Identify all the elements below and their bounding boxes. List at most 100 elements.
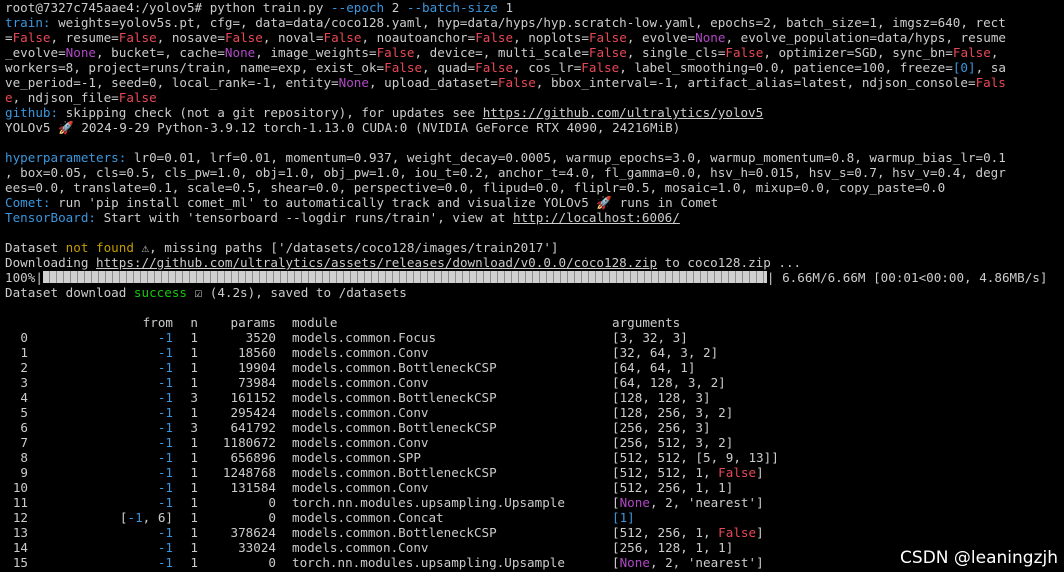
- cell-n: 1: [190, 360, 198, 375]
- cell-arguments: [512, 256, 1, False]: [612, 525, 764, 540]
- shell-prompt: root@7327c745aae4:/yolov5#: [5, 0, 210, 15]
- train-args-text: , resume=: [50, 30, 119, 45]
- row-index: 6: [20, 420, 28, 435]
- download-link[interactable]: https://github.com/ultralytics/assets/re…: [96, 255, 657, 270]
- cell-from: -1: [100, 420, 173, 435]
- train-args-text: , evolve_population=data/hyps, resume: [725, 30, 1006, 45]
- cell-from: -1: [100, 435, 173, 450]
- false-value: False: [588, 30, 627, 45]
- from-value: -1: [157, 390, 173, 405]
- command-flag-batch-size: --batch-size: [406, 0, 498, 15]
- false-value: False: [323, 30, 362, 45]
- cell-from: -1: [100, 345, 173, 360]
- command-main: python train.py: [209, 0, 332, 15]
- cell-n: 1: [190, 405, 198, 420]
- github-text: skipping check (not a git repository), f…: [58, 105, 483, 120]
- cell-params: 73984: [238, 375, 276, 390]
- header-module: module: [292, 315, 338, 330]
- from-value: -1: [157, 525, 173, 540]
- github-line: github: skipping check (not a git reposi…: [5, 105, 763, 120]
- row-index: 15: [12, 555, 28, 570]
- cell-n: 3: [190, 390, 198, 405]
- comet-text: run 'pip install comet_ml' to automatica…: [50, 195, 719, 210]
- download-success-line: Dataset download success ☑ (4.2s), saved…: [5, 285, 407, 300]
- cell-arguments: [128, 256, 3, 2]: [612, 405, 734, 420]
- tensorboard-text: Start with 'tensorboard --logdir runs/tr…: [96, 210, 514, 225]
- false-value: False: [718, 465, 757, 480]
- github-link[interactable]: https://github.com/ultralytics/yolov5: [483, 105, 764, 120]
- false-value: False: [376, 45, 415, 60]
- cell-from: -1: [100, 465, 173, 480]
- comet-line: Comet: run 'pip install comet_ml' to aut…: [5, 195, 718, 210]
- cell-module: models.common.Conv: [292, 405, 429, 420]
- train-args-text: , bbox_interval=-1, artifact_alias=lates…: [535, 75, 976, 90]
- row-index: 10: [12, 480, 28, 495]
- command-flag-epoch: --epoch: [331, 0, 385, 15]
- cell-params: 131584: [230, 480, 277, 495]
- cell-params: 378624: [230, 525, 277, 540]
- cell-from: [-1, 6]: [119, 510, 173, 525]
- from-value: -1: [157, 480, 173, 495]
- cell-params: 1248768: [222, 465, 276, 480]
- cell-n: 1: [190, 375, 198, 390]
- from-value: -1: [157, 360, 173, 375]
- from-value: -1: [157, 420, 173, 435]
- false-value: False: [718, 525, 757, 540]
- cell-arguments: [64, 128, 3, 2]: [612, 375, 726, 390]
- train-args-text: , evolve=: [626, 30, 696, 45]
- cell-n: 1: [190, 480, 198, 495]
- cell-from: -1: [100, 495, 173, 510]
- cell-params: 0: [268, 510, 276, 525]
- row-index: 13: [12, 525, 28, 540]
- cell-n: 1: [190, 495, 198, 510]
- row-index: 4: [20, 390, 28, 405]
- cell-from: -1: [100, 525, 173, 540]
- cell-arguments: [1]: [612, 510, 635, 525]
- false-value: False: [475, 30, 514, 45]
- cell-from: -1: [100, 480, 173, 495]
- tensorboard-label: TensorBoard:: [5, 210, 96, 225]
- row-index: 1: [20, 345, 28, 360]
- none-value: None: [224, 45, 256, 60]
- cell-module: models.common.Concat: [292, 510, 444, 525]
- false-value: False: [725, 45, 764, 60]
- download-text: Downloading: [5, 255, 96, 270]
- cell-module: models.common.Conv: [292, 435, 429, 450]
- success-status: success: [133, 285, 187, 300]
- dataset-text: Dataset: [5, 240, 66, 255]
- cell-module: models.common.Conv: [292, 480, 429, 495]
- progress-line: 100%| | 6.66M/6.66M [00:01<00:00, 4.86MB/…: [5, 270, 1047, 285]
- false-value: False: [12, 30, 51, 45]
- cell-n: 1: [190, 510, 198, 525]
- comet-label: Comet:: [5, 195, 51, 210]
- train-args-text: , noautoanchor=: [361, 30, 476, 45]
- train-args-text: , noval=: [262, 30, 324, 45]
- from-value: -1: [157, 435, 173, 450]
- train-args-text: , device=, multi_scale=: [414, 45, 589, 60]
- train-args-text: ve_period=-1, seed=0, local_rank=-1, ent…: [5, 75, 339, 90]
- train-args-line-2: =False, resume=False, nosave=False, nova…: [5, 30, 1006, 45]
- row-index: 7: [20, 435, 28, 450]
- terminal-window[interactable]: root@7327c745aae4:/yolov5# python train.…: [0, 0, 1064, 572]
- cell-module: models.common.Conv: [292, 540, 429, 555]
- from-value: -1: [157, 555, 173, 570]
- cell-params: 0: [268, 495, 276, 510]
- cell-arguments: [32, 64, 3, 2]: [612, 345, 719, 360]
- cell-n: 1: [190, 555, 198, 570]
- cell-from: -1: [100, 360, 173, 375]
- train-args-line-5: ve_period=-1, seed=0, local_rank=-1, ent…: [5, 75, 1006, 90]
- cell-from: -1: [100, 555, 173, 570]
- false-value: False: [118, 90, 157, 105]
- false-value: False: [581, 60, 620, 75]
- hyperparameters-line-1: hyperparameters: lr0=0.01, lrf=0.01, mom…: [5, 150, 1006, 165]
- tensorboard-link[interactable]: http://localhost:6006/: [513, 210, 680, 225]
- command-line: root@7327c745aae4:/yolov5# python train.…: [5, 0, 513, 15]
- cell-n: 1: [190, 540, 198, 555]
- cell-n: 3: [190, 420, 198, 435]
- row-index: 3: [20, 375, 28, 390]
- cell-module: models.common.BottleneckCSP: [292, 525, 497, 540]
- from-value: -1: [157, 375, 173, 390]
- false-value: e: [5, 90, 13, 105]
- cell-from: -1: [100, 375, 173, 390]
- false-value: False: [384, 60, 423, 75]
